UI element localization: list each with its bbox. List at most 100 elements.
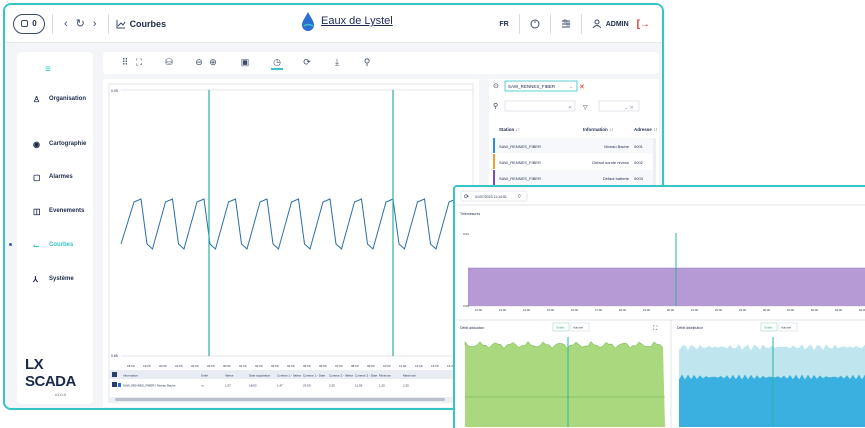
cell-station: SAW_RENNES_FIBER xyxy=(499,144,541,149)
palette-icon[interactable] xyxy=(530,19,540,29)
zoom-out-icon[interactable]: ⊖ xyxy=(193,57,205,68)
station-panel: ⊙ SAW_RENNES_FIBER ⌄ ✕ ⚲ ✕ ▽ ⌄ ✕ Station ↓↑ Infor… xyxy=(489,79,659,201)
divider xyxy=(107,13,109,34)
water-drop-icon xyxy=(302,12,314,31)
chart-icon xyxy=(116,19,125,28)
cell-station: SAW_RENNES_FIBER xyxy=(499,176,541,181)
debit-distribution-inner-area xyxy=(679,374,865,427)
legend-header: Curseur 1 - Date xyxy=(303,374,326,378)
top-y-label: 0,04 xyxy=(463,232,469,236)
counter-value: 0 xyxy=(32,19,37,28)
wifi-icon: ⌔ xyxy=(517,194,522,200)
legend-cell: SAW_RENNES_FIBER | Niveau Bache xyxy=(123,384,176,388)
scrollbar-thumb[interactable] xyxy=(115,398,445,401)
top-x-tick: 04:00 xyxy=(859,308,865,312)
chevron-down-icon: ⌄ xyxy=(569,84,573,90)
divider xyxy=(580,14,582,34)
stage: 0 ‹ ↻ › Courbes Eaux de Lystel FR ADMIN … xyxy=(0,0,865,428)
debit-distribution-title: Débit distribution xyxy=(677,326,703,330)
top-x-tick: 03:00 xyxy=(835,308,842,312)
x-tick-label: 13:00 xyxy=(431,364,439,368)
tab-debit-label: Débits xyxy=(764,326,773,330)
forward-icon[interactable]: › xyxy=(93,18,97,30)
y-axis-bottom-label: 0,85 xyxy=(111,354,118,358)
zoom-in-icon[interactable]: ⊕ xyxy=(207,57,219,68)
station-select-value: SAW_RENNES_FIBER xyxy=(508,84,556,89)
sidebar-item-alarmes[interactable]: ▢ Alarmes xyxy=(17,170,93,184)
legend-header: Unité xyxy=(201,374,208,378)
page-title: Courbes xyxy=(129,18,167,29)
divider xyxy=(549,14,551,34)
x-tick-label: 05:00 xyxy=(303,364,311,368)
sidebar: ≡ ♙ Organisation ◉ Cartographie ▢ Alarmes ◫ Eve… xyxy=(9,52,93,404)
database-icon[interactable]: ⛁ xyxy=(163,57,175,68)
legend-cell: 1,25 xyxy=(379,384,385,388)
cell-address: 0001 xyxy=(634,144,644,149)
sidebar-item-cartographie[interactable]: ◉ Cartographie xyxy=(17,137,93,151)
user-name[interactable]: ADMIN xyxy=(606,21,629,28)
x-tick-label: 01:00 xyxy=(239,364,247,368)
sidebar-item-evenements[interactable]: ◫ Evenements xyxy=(17,204,93,218)
legend-cell: 2,35 xyxy=(403,384,409,388)
filter-select-controls: ⌄ ✕ xyxy=(624,105,634,111)
brand-name[interactable]: Eaux de Lystel xyxy=(321,15,393,27)
cell-information: Niveau Bache xyxy=(604,144,630,149)
screenshot-icon[interactable]: ▣ xyxy=(239,57,251,68)
reload-icon[interactable]: ↻ xyxy=(76,17,85,30)
legend-header: Curseur 2 - Date xyxy=(355,374,378,378)
debit-adduction-area xyxy=(465,341,665,427)
row-checkbox[interactable] xyxy=(112,382,117,387)
pin-icon[interactable]: ⚲ xyxy=(361,57,373,68)
search-input[interactable] xyxy=(504,100,576,112)
main-chart: 0,05 0,85 18:00 19:00 20:00 21:00 22:00 23:00 00… xyxy=(108,83,474,403)
legend-header: Maximum xyxy=(403,374,417,378)
top-x-tick: 20:00 xyxy=(667,308,674,312)
back-icon[interactable]: ‹ xyxy=(64,18,68,30)
legend-cell: 1,57 xyxy=(225,384,231,388)
column-header-address: Adresse ↓↑ xyxy=(634,127,658,132)
row-color-bar xyxy=(493,154,495,169)
filter-icon: ▽ xyxy=(583,105,588,111)
main-chart-panel: 0,05 0,85 18:00 19:00 20:00 21:00 22:00 23:00 00… xyxy=(103,79,479,407)
top-x-tick: 16:00 xyxy=(571,308,578,312)
clock-icon[interactable]: ◷ xyxy=(271,57,283,70)
chart-toolbar: ⠿ ⛶ ⛁ ⊖ ⊕ ▣ ◷ ⟳ ⤓ ⚲ xyxy=(103,52,659,74)
top-x-tick: 02:00 xyxy=(811,308,818,312)
legend-cell: 1,47 xyxy=(277,384,283,388)
app-logo: LX SCADA xyxy=(25,356,76,390)
brand: Eaux de Lystel xyxy=(301,11,393,31)
cell-address: 0002 xyxy=(634,160,644,165)
settings-sliders-icon[interactable] xyxy=(561,19,571,29)
cell-information: Défaut sonde niveau xyxy=(592,160,629,165)
legend-cell: 2,35 xyxy=(329,384,335,388)
tab-debit-label: Débits xyxy=(556,326,565,330)
refresh-icon[interactable]: ⟳ xyxy=(301,57,313,68)
station-table: ⊙ SAW_RENNES_FIBER ⌄ ✕ ⚲ ✕ ▽ ⌄ ✕ Station ↓↑ Infor… xyxy=(493,80,658,201)
user-icon xyxy=(592,19,602,29)
download-icon[interactable]: ⤓ xyxy=(331,57,343,68)
notifications-counter[interactable]: 0 xyxy=(13,13,45,34)
logout-icon[interactable]: [→ xyxy=(637,19,650,30)
x-tick-label: 22:00 xyxy=(191,364,199,368)
y-axis-top-label: 0,05 xyxy=(111,89,118,93)
x-tick-label: 18:00 xyxy=(127,364,135,368)
sidebar-item-système[interactable]: ⅄ Système xyxy=(17,272,93,286)
top-x-tick: 23:00 xyxy=(739,308,746,312)
clear-icon: ✕ xyxy=(579,84,585,91)
column-header-station: Station ↓↑ xyxy=(499,127,520,132)
sidebar-item-courbes[interactable]: ⌙ Courbes xyxy=(9,238,93,252)
compress-icon[interactable]: ⠿ xyxy=(119,57,131,68)
checkbox-all[interactable] xyxy=(112,372,117,377)
expand-icon[interactable]: ⛶ xyxy=(133,57,145,68)
menu-icon[interactable]: ≡ xyxy=(45,64,51,75)
purple-area-series xyxy=(468,268,865,306)
sidebar-item-label: Système xyxy=(49,276,74,282)
secondary-dashboard: ⟳ 01/07/2023 11:14:51 ⌔ Télémesures 0,04 0,00… xyxy=(455,187,865,428)
top-x-tick: 14:00 xyxy=(523,308,530,312)
language-selector[interactable]: FR xyxy=(499,21,508,28)
sidebar-item-label: Alarmes xyxy=(49,174,73,180)
sidebar-item-organisation[interactable]: ♙ Organisation xyxy=(17,92,93,106)
divider xyxy=(52,13,53,34)
refresh-icon: ⟳ xyxy=(464,195,469,201)
series-color-swatch xyxy=(118,383,121,387)
